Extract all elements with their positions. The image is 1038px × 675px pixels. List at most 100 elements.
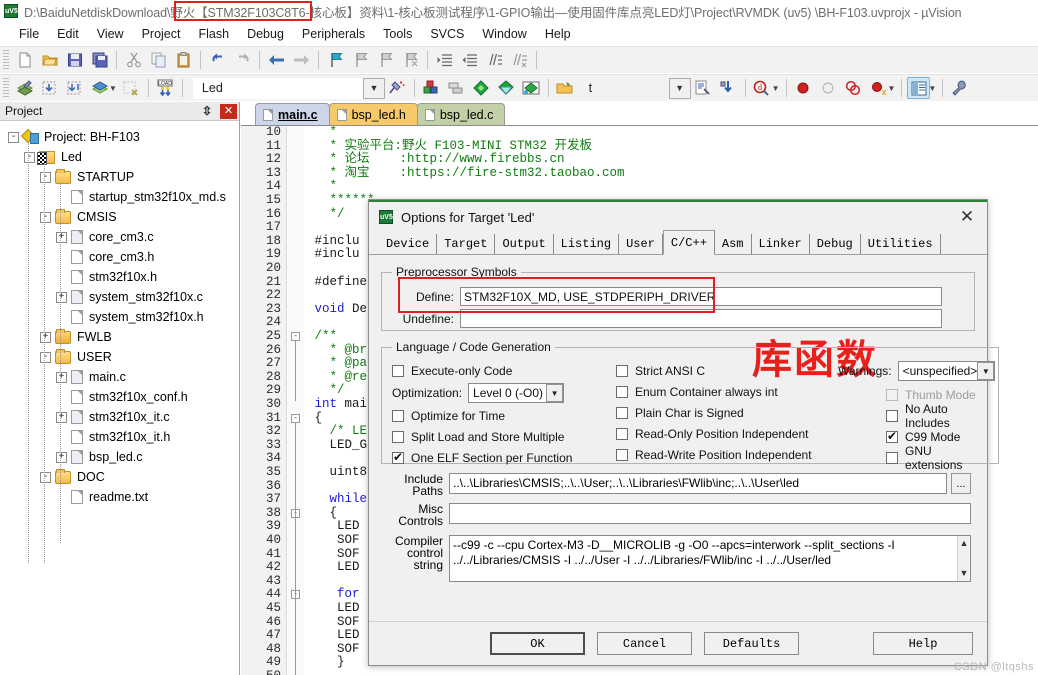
- editor-tab-bsp_led-c[interactable]: bsp_led.c: [416, 103, 506, 125]
- menu-svcs[interactable]: SVCS: [421, 25, 473, 43]
- tree-expander[interactable]: -: [40, 351, 51, 363]
- check-optimize-for-time[interactable]: Optimize for Time: [392, 405, 616, 426]
- checkbox[interactable]: [392, 364, 404, 377]
- insert-breakpoint-icon[interactable]: [792, 77, 815, 99]
- bookmark-toggle-icon[interactable]: [324, 49, 347, 71]
- tree-item[interactable]: + core_cm3.c: [0, 227, 239, 247]
- check-strict-ansi-c[interactable]: Strict ANSI C: [616, 360, 838, 381]
- tree-item[interactable]: stm32f10x_conf.h: [0, 387, 239, 407]
- cancel-button[interactable]: Cancel: [597, 632, 692, 655]
- include-paths-browse-button[interactable]: ...: [951, 473, 971, 494]
- indent-icon[interactable]: [433, 49, 456, 71]
- checkbox[interactable]: [392, 409, 404, 422]
- checkbox[interactable]: [886, 409, 898, 422]
- tree-item[interactable]: stm32f10x_it.h: [0, 427, 239, 447]
- debug-search-icon[interactable]: d: [751, 77, 774, 99]
- open-file-icon-2[interactable]: [554, 77, 577, 99]
- tree-item[interactable]: + main.c: [0, 367, 239, 387]
- toolbar-grip-2[interactable]: [3, 78, 9, 98]
- find-in-files-icon[interactable]: [717, 77, 740, 99]
- disable-breakpoint-icon[interactable]: [817, 77, 840, 99]
- editor-tab-strip[interactable]: main.c bsp_led.h bsp_led.c: [241, 102, 1038, 126]
- checkbox[interactable]: [886, 429, 898, 443]
- tree-expander[interactable]: -: [40, 171, 51, 183]
- bookmark-clear-icon[interactable]: [399, 49, 422, 71]
- dialog-tab-asm[interactable]: Asm: [715, 234, 752, 254]
- check-read-only-position-independent[interactable]: Read-Only Position Independent: [616, 423, 838, 444]
- checkbox[interactable]: [392, 430, 404, 443]
- rebuild-all-icon[interactable]: [63, 77, 86, 99]
- menu-view[interactable]: View: [88, 25, 133, 43]
- tree-item[interactable]: + FWLB: [0, 327, 239, 347]
- tree-item[interactable]: + system_stm32f10x.c: [0, 287, 239, 307]
- dialog-tab-strip[interactable]: Device Target Output Listing User C/C++ Asm Lin…: [369, 230, 987, 255]
- tree-expander[interactable]: +: [56, 371, 67, 383]
- chevron-down-icon[interactable]: ▼: [977, 362, 995, 380]
- dialog-tab-listing[interactable]: Listing: [554, 234, 620, 254]
- tree-item[interactable]: startup_stm32f10x_md.s: [0, 187, 239, 207]
- undefine-input[interactable]: [460, 309, 942, 328]
- find-combo-arrow-icon[interactable]: ▼: [668, 77, 691, 99]
- close-icon[interactable]: ✕: [220, 103, 237, 119]
- check-gnu-extensions[interactable]: GNU extensions: [838, 444, 988, 472]
- project-tree[interactable]: - Project: BH-F103- Led - STARTUP startup_stm…: [0, 121, 239, 563]
- menu-help[interactable]: Help: [536, 25, 580, 43]
- menu-edit[interactable]: Edit: [48, 25, 88, 43]
- fold-toggle-icon[interactable]: -: [291, 332, 300, 341]
- dialog-tab-debug[interactable]: Debug: [810, 234, 861, 254]
- tree-item[interactable]: - Led: [0, 147, 239, 167]
- optimization-select[interactable]: Level 0 (-O0) ▼: [468, 383, 565, 403]
- ok-button[interactable]: OK: [490, 632, 585, 655]
- download-icon[interactable]: LOAD: [154, 77, 177, 99]
- open-file-icon[interactable]: [38, 49, 61, 71]
- navigate-forward-icon[interactable]: [290, 49, 313, 71]
- window-layout-icon[interactable]: [907, 77, 931, 99]
- manage-components-icon[interactable]: [445, 77, 468, 99]
- check-read-write-position-independent[interactable]: Read-Write Position Independent: [616, 444, 838, 465]
- uncomment-icon[interactable]: [508, 49, 531, 71]
- tree-expander[interactable]: +: [56, 451, 67, 463]
- tree-item[interactable]: - DOC: [0, 467, 239, 487]
- chevron-down-icon[interactable]: ▼: [546, 384, 564, 402]
- compiler-control-textarea[interactable]: --c99 -c --cpu Cortex-M3 -D__MICROLIB -g…: [449, 535, 971, 582]
- manage-runtime-icon[interactable]: [420, 77, 443, 99]
- menu-flash[interactable]: Flash: [189, 25, 238, 43]
- tree-expander[interactable]: -: [40, 211, 51, 223]
- dialog-tab-utilities[interactable]: Utilities: [861, 234, 941, 254]
- configuration-wizard-icon[interactable]: [948, 77, 971, 99]
- compiler-control-scrollbar[interactable]: ▲ ▼: [957, 536, 970, 581]
- editor-tab-bsp_led-h[interactable]: bsp_led.h: [328, 103, 418, 125]
- checkbox[interactable]: [886, 451, 898, 464]
- cut-icon[interactable]: [122, 49, 145, 71]
- translate-file-icon[interactable]: [38, 77, 61, 99]
- checkbox[interactable]: [616, 385, 628, 398]
- pack-installer-icon[interactable]: [470, 77, 493, 99]
- check-execute-only-code[interactable]: Execute-only Code: [392, 360, 616, 381]
- check-one-elf-section[interactable]: One ELF Section per Function: [392, 447, 616, 468]
- kill-all-breakpoints-icon[interactable]: [842, 77, 865, 99]
- scroll-up-icon[interactable]: ▲: [960, 536, 969, 551]
- tree-expander[interactable]: -: [8, 131, 19, 143]
- checkbox[interactable]: [616, 406, 628, 419]
- stop-build-icon[interactable]: [120, 77, 143, 99]
- disable-all-breakpoints-icon[interactable]: x: [867, 77, 890, 99]
- menu-window[interactable]: Window: [473, 25, 535, 43]
- menu-project[interactable]: Project: [133, 25, 190, 43]
- dialog-tab-c-c-[interactable]: C/C++: [662, 230, 715, 255]
- target-options-icon[interactable]: [386, 77, 409, 99]
- undo-icon[interactable]: [206, 49, 229, 71]
- target-selector[interactable]: Led: [192, 77, 363, 99]
- tree-expander[interactable]: +: [40, 331, 51, 343]
- check-no-auto-includes[interactable]: No Auto Includes: [838, 402, 988, 430]
- tree-item[interactable]: core_cm3.h: [0, 247, 239, 267]
- check-plain-char-signed[interactable]: Plain Char is Signed: [616, 402, 838, 423]
- tree-expander[interactable]: -: [40, 471, 51, 483]
- manage-project-items-icon[interactable]: [495, 77, 518, 99]
- batch-build-icon[interactable]: [88, 77, 111, 99]
- tree-expander[interactable]: +: [56, 411, 67, 423]
- dialog-tab-user[interactable]: User: [619, 234, 663, 254]
- copy-icon[interactable]: [147, 49, 170, 71]
- dialog-tab-linker[interactable]: Linker: [752, 234, 810, 254]
- tree-item[interactable]: system_stm32f10x.h: [0, 307, 239, 327]
- menu-tools[interactable]: Tools: [374, 25, 421, 43]
